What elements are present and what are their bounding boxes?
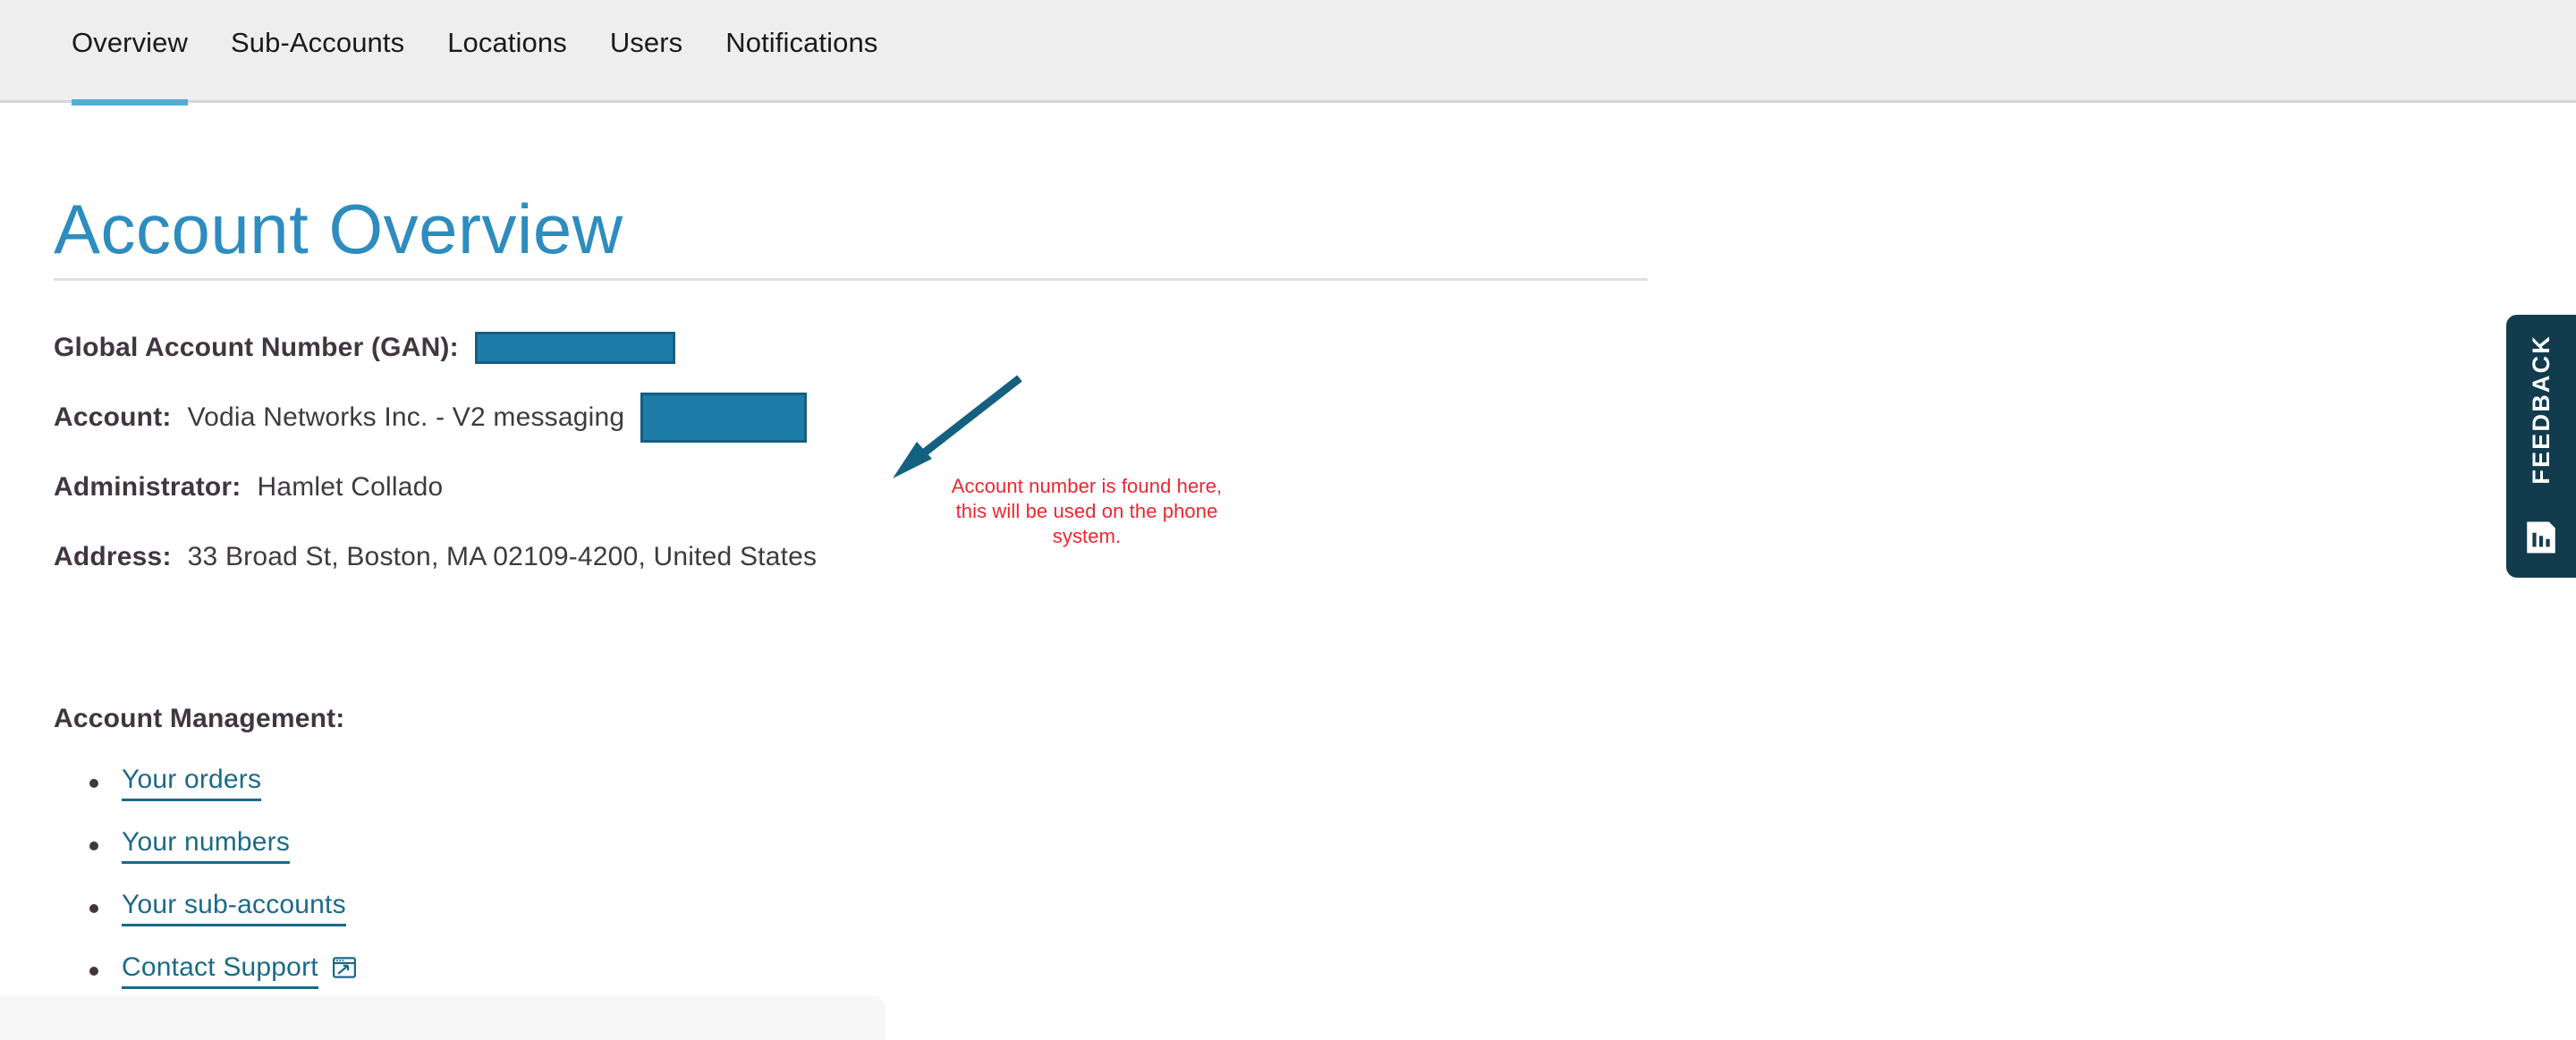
title-divider	[54, 278, 1648, 281]
bullet-icon	[89, 841, 98, 850]
bullet-icon	[89, 779, 98, 788]
link-your-sub-accounts[interactable]: Your sub-accounts	[122, 891, 346, 927]
tab-notifications[interactable]: Notifications	[725, 0, 877, 103]
address-label: Address:	[54, 542, 172, 571]
link-your-orders[interactable]: Your orders	[122, 765, 262, 802]
gan-redaction-box	[474, 332, 675, 364]
account-overview-page: Overview Sub-Accounts Locations Users No…	[0, 0, 2576, 1040]
link-contact-support[interactable]: Contact Support	[122, 953, 318, 990]
account-number-redaction-box	[640, 393, 808, 443]
feedback-tab[interactable]: FEEDBACK	[2506, 315, 2576, 578]
list-item: Your orders	[89, 752, 358, 815]
bottom-panel	[0, 995, 886, 1040]
bullet-icon	[89, 904, 98, 913]
account-management-heading: Account Management:	[54, 704, 345, 733]
address-value: 33 Broad St, Boston, MA 02109-4200, Unit…	[187, 542, 818, 571]
tab-overview[interactable]: Overview	[72, 0, 188, 106]
feedback-label: FEEDBACK	[2527, 334, 2555, 485]
feedback-document-icon	[2522, 519, 2560, 556]
annotation-text: Account number is found here, this will …	[951, 475, 1223, 548]
account-label: Account:	[54, 402, 172, 432]
tab-locations-label: Locations	[447, 27, 567, 58]
administrator-value: Hamlet Collado	[257, 472, 444, 502]
gan-label: Global Account Number (GAN):	[54, 333, 459, 362]
link-your-numbers[interactable]: Your numbers	[122, 828, 291, 865]
tab-overview-label: Overview	[72, 27, 188, 58]
tab-locations[interactable]: Locations	[447, 0, 567, 103]
page-title: Account Overview	[54, 190, 623, 269]
account-details: Global Account Number (GAN): Account: Vo…	[54, 313, 1843, 592]
tab-users-label: Users	[609, 27, 683, 58]
external-window-icon[interactable]	[331, 954, 358, 981]
detail-row-gan: Global Account Number (GAN):	[54, 313, 1843, 383]
tab-users[interactable]: Users	[610, 0, 682, 103]
account-value: Vodia Networks Inc. - V2 messaging	[187, 402, 625, 432]
administrator-label: Administrator:	[54, 472, 242, 502]
list-item: Your numbers	[89, 815, 358, 877]
main-content: Account Overview Global Account Number (…	[0, 103, 2576, 1040]
list-item: Your sub-accounts	[89, 877, 358, 940]
bullet-icon	[89, 967, 98, 976]
tab-sub-accounts-label: Sub-Accounts	[231, 27, 405, 58]
list-item: Contact Support	[89, 940, 358, 1002]
tab-notifications-label: Notifications	[725, 27, 878, 58]
account-management-link-list: Your orders Your numbers Your sub-accoun…	[89, 752, 358, 1002]
detail-row-account: Account: Vodia Networks Inc. - V2 messag…	[54, 383, 1843, 452]
tab-sub-accounts[interactable]: Sub-Accounts	[231, 0, 404, 103]
primary-tab-bar: Overview Sub-Accounts Locations Users No…	[0, 0, 2576, 106]
